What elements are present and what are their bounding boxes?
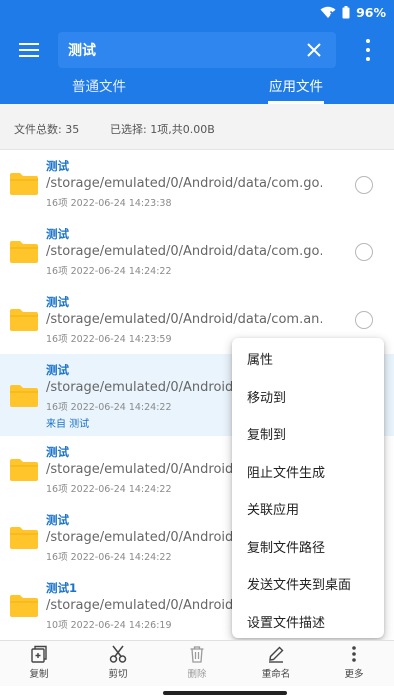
folder-icon bbox=[10, 459, 38, 481]
file-meta: 16项 2022-06-24 14:24:22 bbox=[46, 266, 172, 277]
file-meta: 16项 2022-06-24 14:23:38 bbox=[46, 198, 172, 209]
app-bar: 测试 普通文件 应用文件 bbox=[0, 25, 394, 104]
menu-item-set-file-description[interactable]: 设置文件描述 bbox=[247, 612, 325, 631]
selection-info: 已选择: 1项,共0.00B bbox=[110, 123, 215, 136]
rename-label: 重命名 bbox=[261, 669, 291, 680]
copy-icon bbox=[31, 645, 47, 663]
file-meta: 10项 2022-06-24 14:26:19 bbox=[46, 620, 172, 631]
delete-label: 删除 bbox=[187, 669, 207, 680]
copy-label: 复制 bbox=[29, 669, 49, 680]
menu-item-copy-to[interactable]: 复制到 bbox=[247, 424, 286, 443]
cut-button[interactable]: 剪切 bbox=[89, 645, 147, 683]
more-vertical-icon bbox=[352, 646, 356, 662]
file-path: /storage/emulated/0/Android/data/com.an… bbox=[46, 312, 322, 327]
home-indicator[interactable] bbox=[163, 691, 287, 695]
status-bar: 96% bbox=[0, 0, 394, 25]
select-radio[interactable] bbox=[355, 243, 373, 261]
cut-label: 剪切 bbox=[108, 669, 128, 680]
select-radio[interactable] bbox=[355, 176, 373, 194]
file-total: 文件总数: 35 bbox=[14, 123, 80, 136]
scissors-icon bbox=[109, 645, 127, 663]
select-radio[interactable] bbox=[355, 311, 373, 329]
battery-level: 96% bbox=[356, 5, 386, 20]
trash-icon bbox=[190, 646, 204, 663]
file-name: 测试1 bbox=[46, 581, 78, 595]
file-name: 测试 bbox=[46, 227, 69, 241]
wifi-icon bbox=[320, 6, 336, 18]
more-options-button[interactable] bbox=[362, 39, 374, 61]
menu-item-send-folder-to-desktop[interactable]: 发送文件夹到桌面 bbox=[247, 574, 351, 593]
copy-button[interactable]: 复制 bbox=[10, 645, 68, 683]
bottom-action-bar: 复制 剪切 删除 重命名 更多 bbox=[0, 640, 394, 686]
file-meta: 16项 2022-06-24 14:24:22 bbox=[46, 484, 172, 495]
menu-item-block-file-generation[interactable]: 阻止文件生成 bbox=[247, 462, 325, 481]
menu-item-associate-app[interactable]: 关联应用 bbox=[247, 499, 299, 518]
file-path: /storage/emulated/0/Android/data/com.go… bbox=[46, 244, 322, 259]
search-query: 测试 bbox=[68, 43, 96, 59]
folder-icon bbox=[10, 241, 38, 263]
folder-icon bbox=[10, 527, 38, 549]
context-menu: 属性 移动到 复制到 阻止文件生成 关联应用 复制文件路径 发送文件夹到桌面 设… bbox=[232, 338, 384, 638]
file-source: 来自 测试 bbox=[46, 419, 90, 430]
folder-icon bbox=[10, 595, 38, 617]
more-button[interactable]: 更多 bbox=[325, 645, 383, 683]
hamburger-icon bbox=[19, 43, 39, 57]
close-icon[interactable] bbox=[304, 40, 324, 60]
folder-icon bbox=[10, 173, 38, 195]
file-name: 测试 bbox=[46, 363, 69, 377]
menu-item-properties[interactable]: 属性 bbox=[247, 349, 273, 368]
battery-icon bbox=[342, 6, 350, 19]
menu-item-move-to[interactable]: 移动到 bbox=[247, 387, 286, 406]
file-name: 测试 bbox=[46, 445, 69, 459]
search-input[interactable]: 测试 bbox=[58, 32, 336, 68]
pencil-icon bbox=[269, 646, 284, 663]
file-summary-bar: 文件总数: 35 已选择: 1项,共0.00B bbox=[0, 104, 394, 150]
file-meta: 16项 2022-06-24 14:24:22 bbox=[46, 402, 172, 413]
file-name: 测试 bbox=[46, 513, 69, 527]
menu-button[interactable] bbox=[13, 37, 45, 63]
rename-button[interactable]: 重命名 bbox=[247, 645, 305, 683]
file-meta: 16项 2022-06-24 14:23:59 bbox=[46, 334, 172, 345]
list-item[interactable]: 测试 /storage/emulated/0/Android/data/com.… bbox=[0, 150, 394, 218]
file-name: 测试 bbox=[46, 159, 69, 173]
folder-icon bbox=[10, 385, 38, 407]
file-path: /storage/emulated/0/Android/data/com.go… bbox=[46, 176, 322, 191]
menu-item-copy-file-path[interactable]: 复制文件路径 bbox=[247, 537, 325, 556]
tab-app-files[interactable]: 应用文件 bbox=[269, 75, 323, 95]
more-label: 更多 bbox=[344, 669, 364, 680]
file-name: 测试 bbox=[46, 295, 69, 309]
folder-icon bbox=[10, 309, 38, 331]
navigation-bar bbox=[0, 686, 394, 700]
list-item[interactable]: 测试 /storage/emulated/0/Android/data/com.… bbox=[0, 218, 394, 286]
tab-normal-files[interactable]: 普通文件 bbox=[72, 75, 126, 95]
delete-button[interactable]: 删除 bbox=[168, 645, 226, 683]
more-vertical-icon bbox=[366, 39, 370, 43]
file-meta: 16项 2022-06-24 14:24:22 bbox=[46, 552, 172, 563]
